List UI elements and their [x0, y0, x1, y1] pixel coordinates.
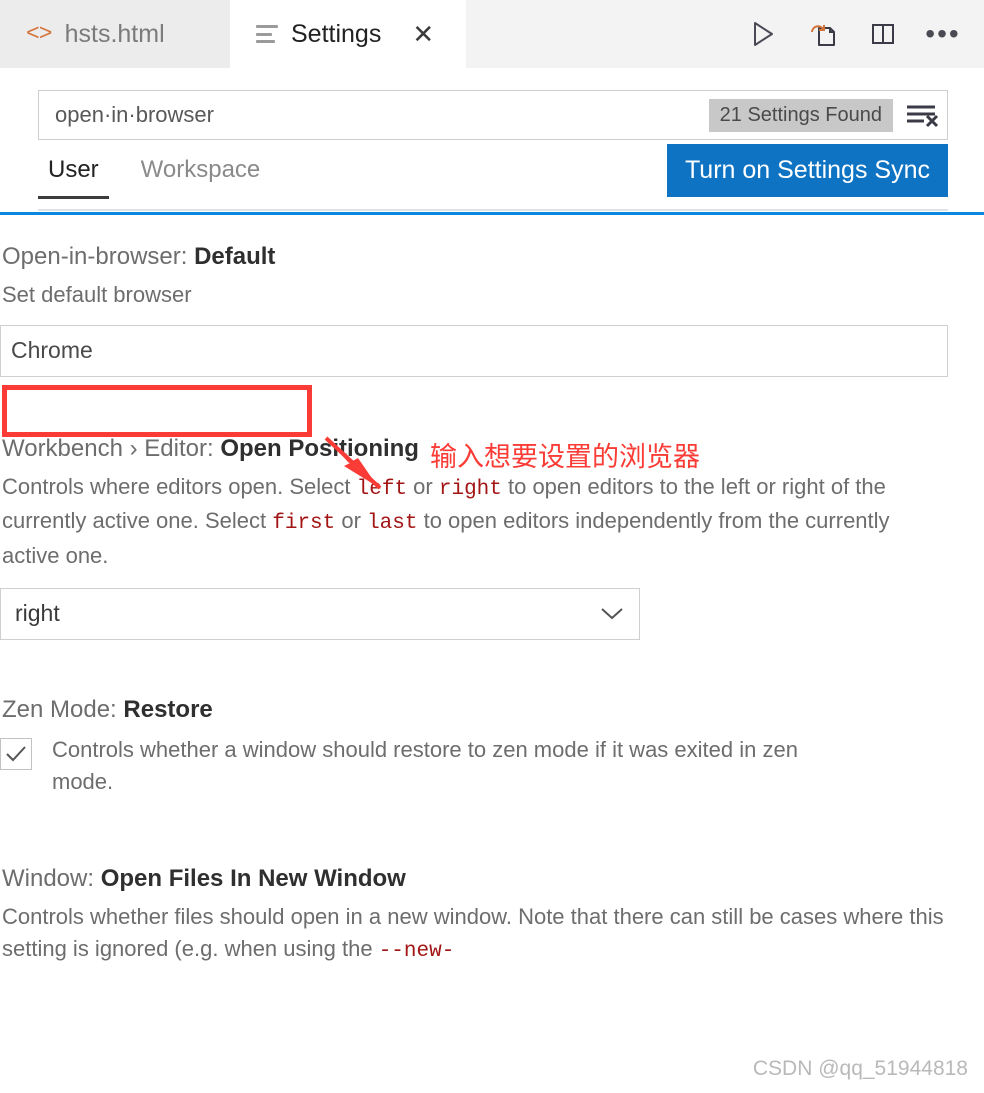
setting-name: Open Files In New Window — [100, 865, 406, 893]
setting-window-open-files-in-new-window: Window: Open Files In New Window Control… — [0, 797, 984, 967]
setting-name: Restore — [123, 695, 213, 723]
setting-description: Controls whether files should open in a … — [2, 904, 944, 964]
select-value: right — [15, 600, 60, 627]
setting-description: Set default browser — [2, 282, 192, 307]
more-actions-icon[interactable]: ••• — [925, 17, 961, 51]
zen-mode-restore-checkbox[interactable] — [0, 737, 32, 770]
checkmark-icon — [6, 745, 26, 762]
tabs-underline — [38, 209, 948, 211]
setting-zen-mode-restore: Zen Mode: Restore Controls whether a win… — [0, 640, 984, 798]
close-icon[interactable]: ✕ — [412, 21, 434, 47]
editor-tab-bar: <> hsts.html Settings ✕ ••• — [0, 0, 984, 68]
chevron-down-icon — [599, 600, 625, 627]
code-token: right — [438, 477, 502, 501]
tab-workspace[interactable]: Workspace — [131, 156, 271, 196]
setting-title: Window: Open Files In New Window — [0, 865, 948, 893]
code-token: first — [272, 512, 336, 536]
setting-description: Controls where editors open. Select left… — [2, 473, 890, 568]
annotation-text: 输入想要设置的浏览器 — [430, 442, 700, 472]
turn-on-settings-sync-button[interactable]: Turn on Settings Sync — [666, 144, 948, 197]
tab-label: hsts.html — [64, 19, 165, 48]
ellipsis-icon: ••• — [925, 18, 961, 50]
settings-list: Open-in-browser: Default Set default bro… — [0, 215, 984, 968]
tab-label: Settings — [291, 19, 382, 48]
editor-actions: ••• — [746, 0, 984, 68]
run-icon[interactable] — [746, 17, 780, 51]
tab-settings[interactable]: Settings ✕ — [230, 0, 466, 68]
html-file-icon: <> — [26, 21, 53, 47]
open-in-browser-default-input[interactable] — [0, 324, 948, 377]
tab-user[interactable]: User — [38, 156, 109, 199]
search-input[interactable] — [51, 102, 709, 128]
split-editor-icon[interactable] — [866, 17, 900, 51]
setting-name: Open Positioning — [220, 434, 419, 462]
open-positioning-select[interactable]: right — [0, 587, 640, 640]
open-preview-icon[interactable] — [806, 17, 840, 51]
setting-title: Zen Mode: Restore — [0, 696, 948, 724]
settings-scope-tabs: User Workspace Turn on Settings Sync — [38, 140, 948, 212]
settings-lines-icon — [256, 25, 278, 43]
setting-category: Open-in-browser: — [2, 243, 195, 270]
tab-hsts-html[interactable]: <> hsts.html — [0, 0, 230, 68]
code-token: last — [367, 512, 418, 536]
code-token: left — [356, 477, 408, 501]
setting-name: Default — [194, 243, 276, 270]
setting-category: Zen Mode: — [2, 695, 124, 723]
results-count-badge: 21 Settings Found — [708, 98, 893, 132]
setting-category: Window: — [2, 865, 101, 893]
setting-category: Workbench › Editor: — [2, 434, 221, 462]
settings-search-box[interactable]: 21 Settings Found — [38, 90, 948, 140]
setting-workbench-editor-open-positioning: Workbench › Editor: Open Positioning Con… — [0, 377, 984, 640]
settings-search-row: 21 Settings Found — [0, 68, 984, 140]
watermark: CSDN @qq_51944818 — [752, 1057, 968, 1080]
setting-description: Controls whether a window should restore… — [52, 736, 798, 794]
setting-open-in-browser-default: Open-in-browser: Default Set default bro… — [0, 215, 984, 377]
clear-settings-search-icon[interactable] — [903, 98, 941, 132]
code-token: --new- — [378, 940, 455, 964]
setting-title: Open-in-browser: Default — [0, 243, 948, 271]
